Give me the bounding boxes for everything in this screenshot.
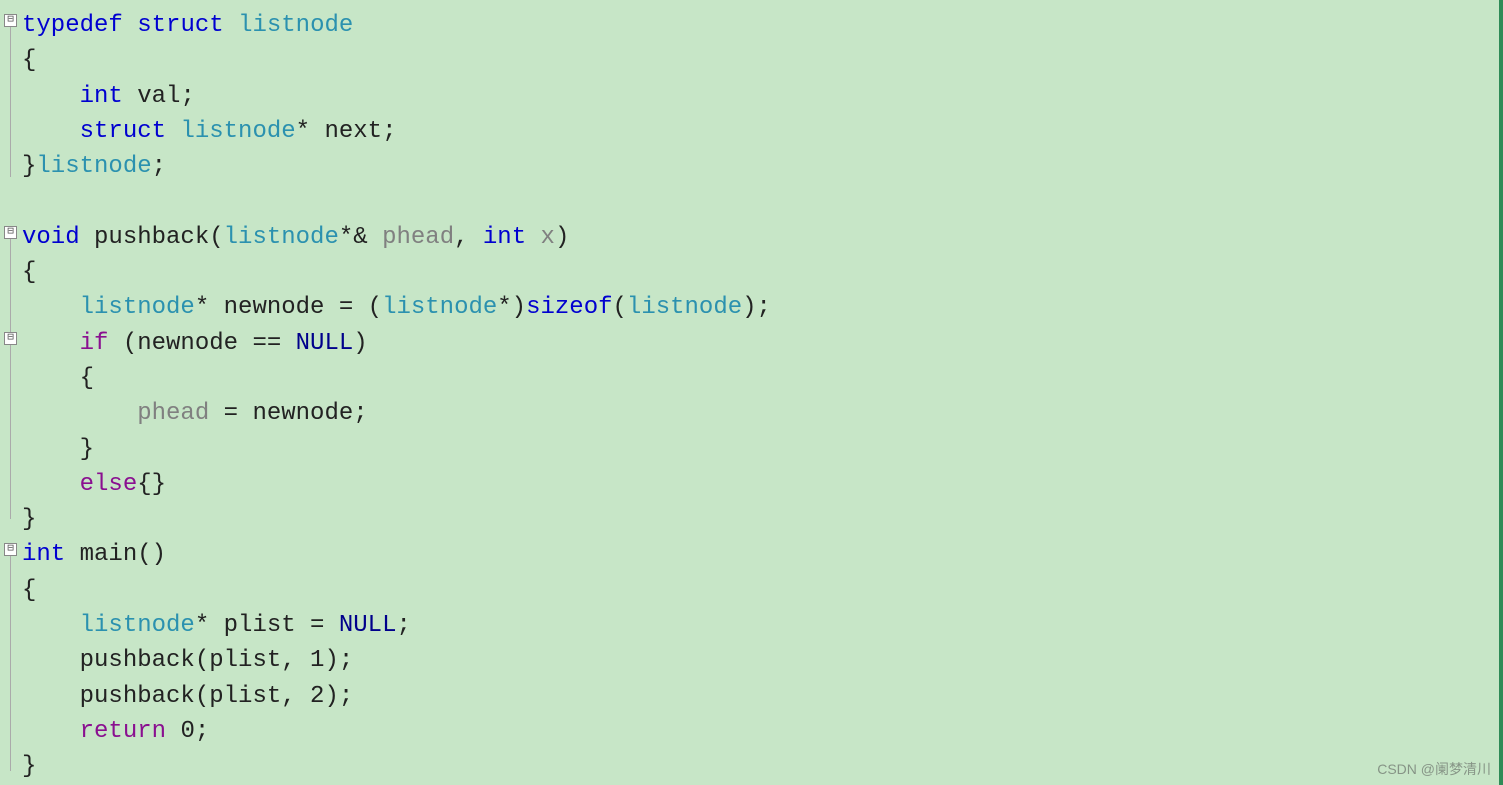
code-line: int main() — [22, 541, 166, 568]
code-line: listnode* newnode = (listnode*)sizeof(li… — [22, 294, 771, 321]
code-line: listnode* plist = NULL; — [22, 612, 411, 639]
fold-toggle[interactable]: ⊟ — [4, 543, 17, 556]
code-line: pushback(plist, 2); — [22, 683, 353, 710]
right-border — [1499, 0, 1503, 785]
code-line: } — [22, 506, 36, 533]
code-line: }listnode; — [22, 153, 166, 180]
fold-toggle[interactable]: ⊟ — [4, 332, 17, 345]
code-line: phead = newnode; — [22, 400, 368, 427]
code-line: } — [22, 753, 36, 780]
code-line: pushback(plist, 1); — [22, 647, 353, 674]
code-editor: ⊟ ⊟ ⊟ ⊟ typedef struct listnode { int va… — [0, 0, 1503, 785]
code-line: { — [22, 365, 94, 392]
code-line: if (newnode == NULL) — [22, 330, 368, 357]
fold-line — [10, 556, 11, 771]
code-line: { — [22, 577, 36, 604]
code-line: struct listnode* next; — [22, 118, 396, 145]
code-line: { — [22, 47, 36, 74]
code-line: else{} — [22, 471, 166, 498]
fold-toggle[interactable]: ⊟ — [4, 14, 17, 27]
code-line: { — [22, 259, 36, 286]
code-line: } — [22, 436, 94, 463]
code-line: typedef struct listnode — [22, 12, 353, 39]
code-line: int val; — [22, 83, 195, 110]
watermark: CSDN @阑梦清川 — [1377, 759, 1491, 779]
code-line: return 0; — [22, 718, 209, 745]
fold-line — [10, 239, 11, 519]
fold-line — [10, 27, 11, 177]
fold-toggle[interactable]: ⊟ — [4, 226, 17, 239]
fold-gutter: ⊟ ⊟ ⊟ ⊟ — [0, 0, 22, 785]
code-area[interactable]: typedef struct listnode { int val; struc… — [22, 0, 1503, 785]
code-line: void pushback(listnode*& phead, int x) — [22, 224, 569, 251]
